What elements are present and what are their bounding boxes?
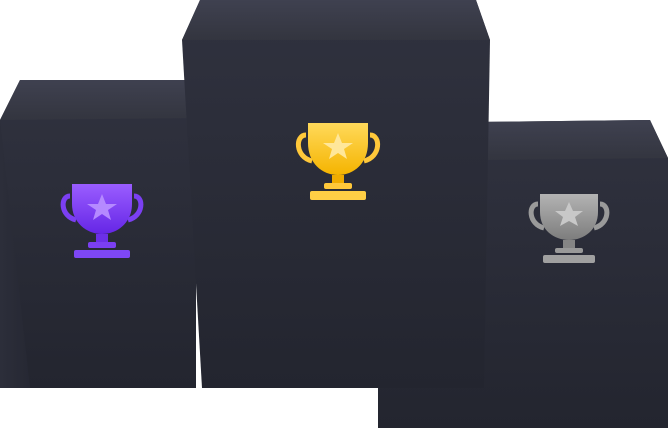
podium-scene [0,0,668,428]
purple-trophy-icon [58,182,146,262]
silver-trophy-icon [526,192,612,266]
gold-trophy-icon [292,121,384,203]
